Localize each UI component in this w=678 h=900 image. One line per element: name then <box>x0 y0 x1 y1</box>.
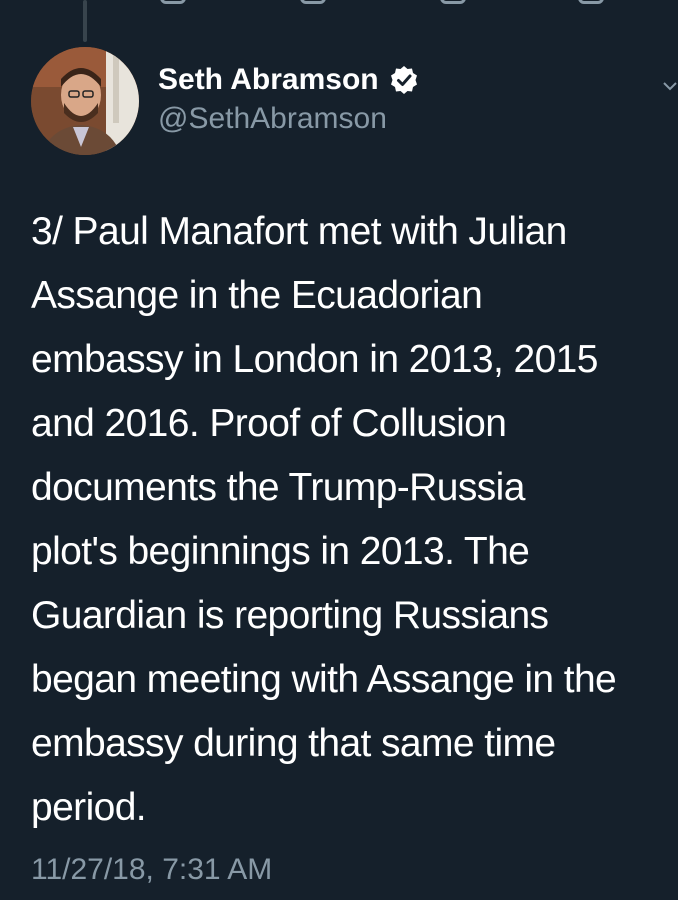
avatar-photo <box>31 47 139 155</box>
share-icon[interactable] <box>578 0 604 4</box>
tweet-text-line: and 2016. Proof of Collusion <box>31 402 507 445</box>
tweet-text-line: 3/ Paul Manafort met with Julian <box>31 210 567 253</box>
retweet-icon[interactable] <box>300 0 326 4</box>
thread-connector-line <box>83 0 87 42</box>
tweet-text-line: Guardian is reporting Russians <box>31 594 549 637</box>
tweet-timestamp[interactable]: 11/27/18, 7:31 AM <box>31 853 272 887</box>
tweet-text-line: plot's beginnings in 2013. The <box>31 530 530 573</box>
tweet-text-line: period. <box>31 786 147 829</box>
chevron-down-icon[interactable] <box>662 78 678 94</box>
tweet-text: 3/ Paul Manafort met with Julian Assange… <box>31 200 678 840</box>
avatar[interactable] <box>31 47 139 155</box>
verified-badge-icon <box>390 66 417 94</box>
author-handle[interactable]: @SethAbramson <box>158 102 387 136</box>
author-name-row[interactable]: Seth Abramson <box>158 62 419 98</box>
tweet-text-line: Assange in the Ecuadorian <box>31 274 483 317</box>
reply-icon[interactable] <box>160 0 186 4</box>
previous-tweet-actions <box>0 0 678 8</box>
tweet-text-line: documents the Trump-Russia <box>31 466 525 509</box>
like-icon[interactable] <box>440 0 466 4</box>
display-name[interactable]: Seth Abramson <box>158 63 379 97</box>
tweet-text-line: embassy in London in 2013, 2015 <box>31 338 598 381</box>
tweet-text-line: began meeting with Assange in the <box>31 658 617 701</box>
tweet-text-line: embassy during that same time <box>31 722 556 765</box>
